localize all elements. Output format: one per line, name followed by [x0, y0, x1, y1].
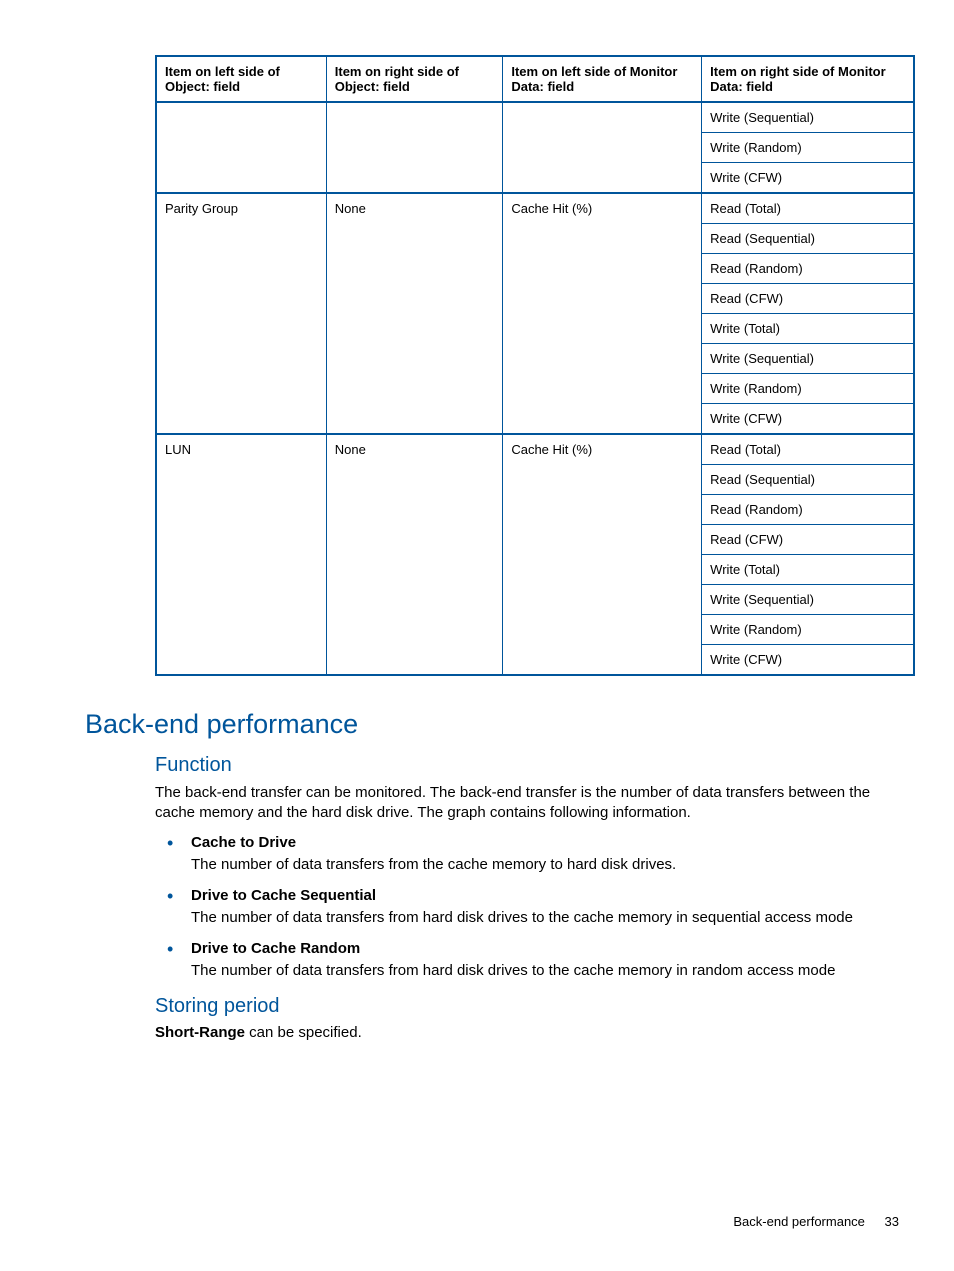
cell: None: [326, 193, 503, 434]
list-item: Drive to Cache Sequential The number of …: [155, 887, 899, 928]
storing-rest: can be specified.: [245, 1024, 362, 1041]
table-row: Write (Sequential): [156, 102, 914, 133]
cell: Write (Total): [702, 314, 914, 344]
cell: Write (Total): [702, 555, 914, 585]
cell: Read (Sequential): [702, 224, 914, 254]
cell: Write (CFW): [702, 163, 914, 194]
list-item: Cache to Drive The number of data transf…: [155, 834, 899, 875]
cell: Write (Random): [702, 133, 914, 163]
bullet-desc: The number of data transfers from hard d…: [191, 908, 899, 928]
list-item: Drive to Cache Random The number of data…: [155, 940, 899, 981]
cell: Read (CFW): [702, 525, 914, 555]
col-header-2: Item on left side of Monitor Data: field: [503, 56, 702, 102]
storing-body: Short-Range can be specified.: [155, 1024, 899, 1041]
cell: Cache Hit (%): [503, 434, 702, 675]
cell: Cache Hit (%): [503, 193, 702, 434]
cell: Read (Total): [702, 434, 914, 465]
cell: Read (Sequential): [702, 465, 914, 495]
cell: Read (CFW): [702, 284, 914, 314]
bullet-title: Drive to Cache Sequential: [191, 887, 899, 904]
cell: Write (Sequential): [702, 102, 914, 133]
col-header-1: Item on right side of Object: field: [326, 56, 503, 102]
table-row: Parity Group None Cache Hit (%) Read (To…: [156, 193, 914, 224]
cell: Write (Random): [702, 374, 914, 404]
cell: None: [326, 434, 503, 675]
cell: Write (CFW): [702, 404, 914, 435]
cell: Write (Random): [702, 615, 914, 645]
monitor-data-table: Item on left side of Object: field Item …: [155, 55, 915, 676]
function-intro: The back-end transfer can be monitored. …: [155, 783, 899, 824]
subsection-storing: Storing period: [155, 995, 899, 1018]
bullet-title: Drive to Cache Random: [191, 940, 899, 957]
page-footer: Back-end performance 33: [733, 1214, 899, 1229]
bullet-title: Cache to Drive: [191, 834, 899, 851]
cell: Read (Random): [702, 254, 914, 284]
bullet-desc: The number of data transfers from hard d…: [191, 961, 899, 981]
cell: Write (Sequential): [702, 344, 914, 374]
cell: Write (Sequential): [702, 585, 914, 615]
footer-label: Back-end performance: [733, 1214, 865, 1229]
cell: LUN: [156, 434, 326, 675]
bullet-desc: The number of data transfers from the ca…: [191, 855, 899, 875]
footer-page-number: 33: [885, 1214, 899, 1229]
cell: Read (Random): [702, 495, 914, 525]
subsection-function: Function: [155, 754, 899, 777]
cell: Parity Group: [156, 193, 326, 434]
table-row: LUN None Cache Hit (%) Read (Total): [156, 434, 914, 465]
cell: Write (CFW): [702, 645, 914, 676]
storing-bold: Short-Range: [155, 1024, 245, 1041]
col-header-0: Item on left side of Object: field: [156, 56, 326, 102]
function-list: Cache to Drive The number of data transf…: [155, 834, 899, 982]
section-heading: Back-end performance: [85, 709, 899, 740]
col-header-3: Item on right side of Monitor Data: fiel…: [702, 56, 914, 102]
cell: Read (Total): [702, 193, 914, 224]
